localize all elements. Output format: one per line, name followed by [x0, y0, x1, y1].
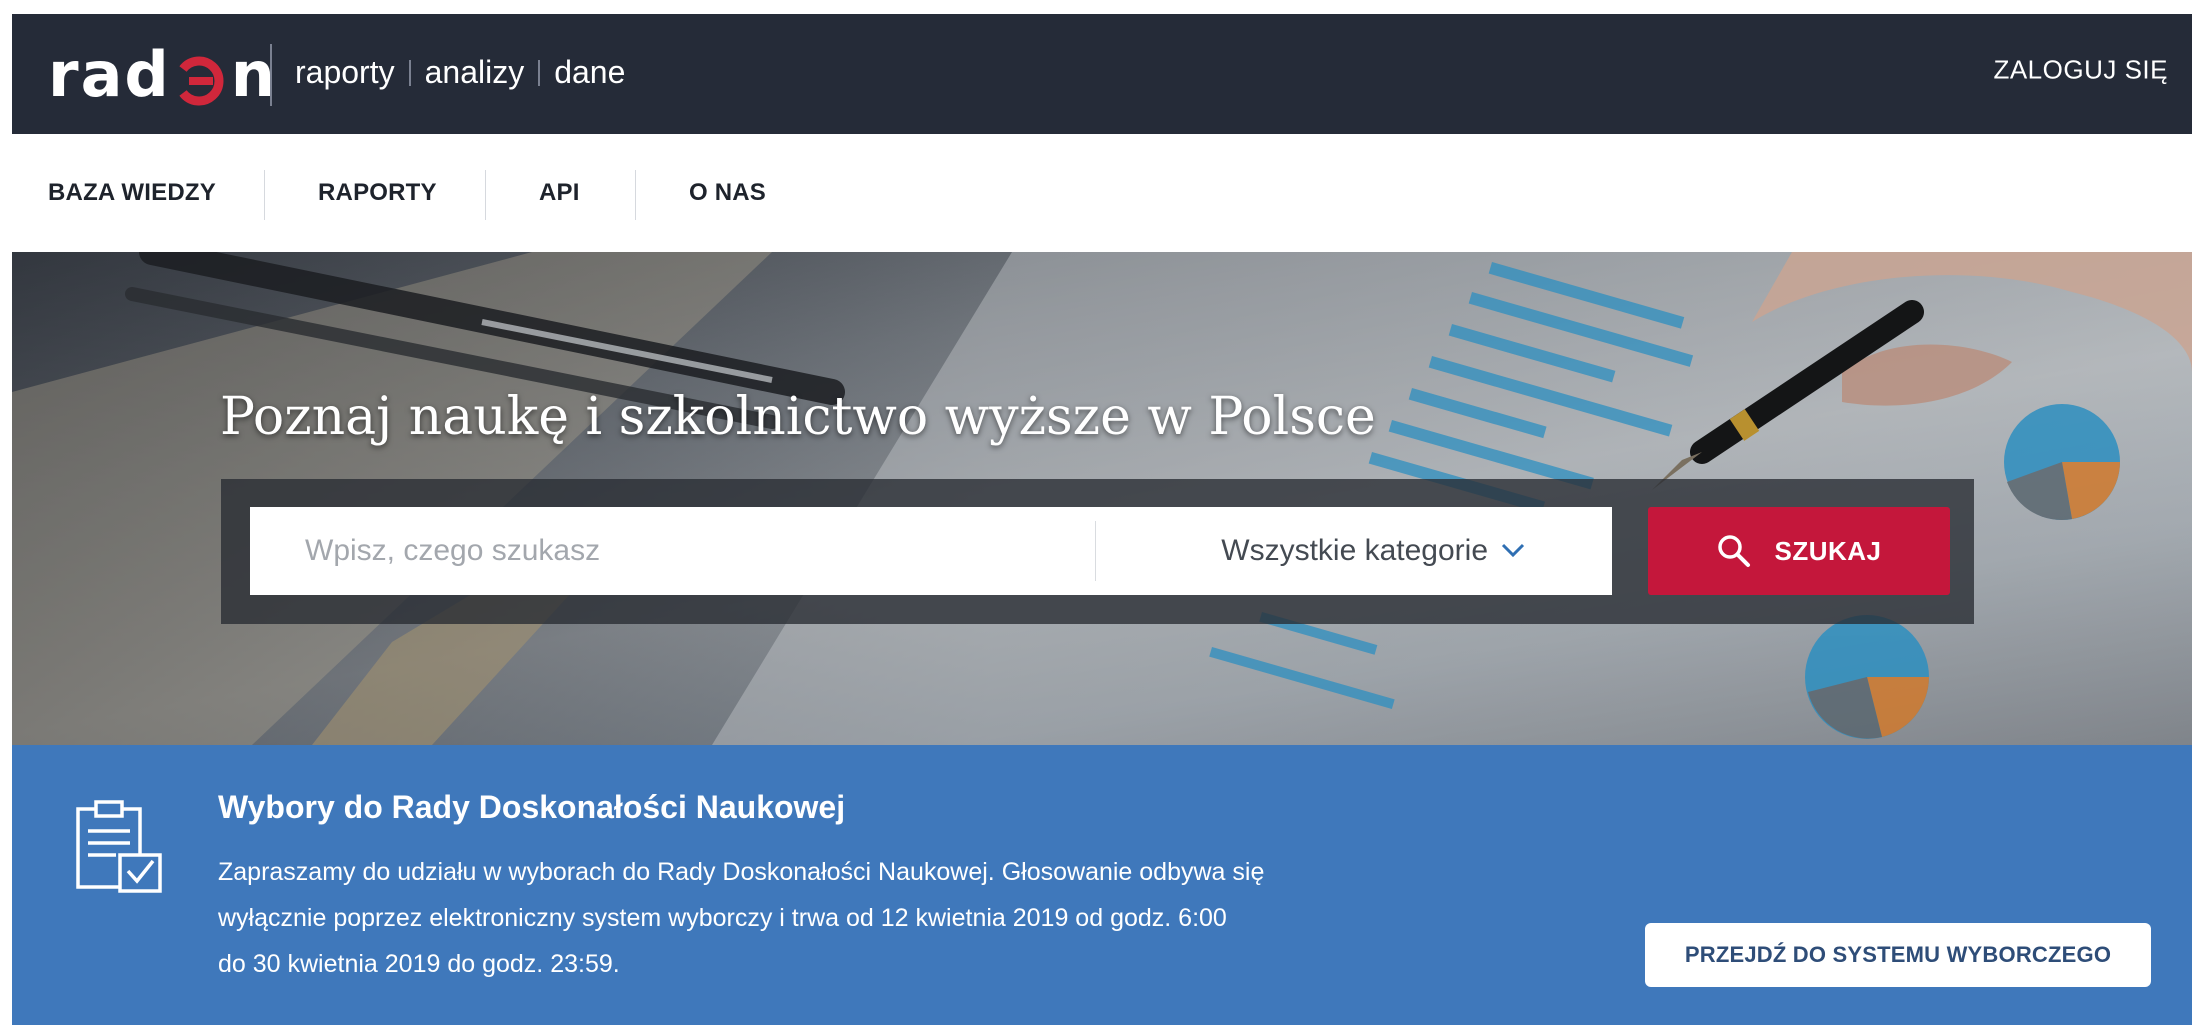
- main-nav: BAZA WIEDZY RAPORTY API O NAS: [12, 134, 2192, 252]
- nav-separator: [264, 170, 265, 220]
- nav-separator: [485, 170, 486, 220]
- announcement-banner: Wybory do Rady Doskonałości Naukowej Zap…: [12, 745, 2192, 1025]
- chevron-down-icon: [1501, 543, 1525, 558]
- tagline: raporty analizy dane: [295, 54, 625, 91]
- nav-item-api[interactable]: API: [539, 134, 580, 252]
- tagline-separator: [538, 59, 541, 86]
- tagline-analyses: analizy: [424, 54, 525, 90]
- hero-title: Poznaj naukę i szkolnictwo wyższe w Pols…: [220, 387, 1376, 447]
- search-input[interactable]: [250, 507, 1095, 595]
- logo-mark-icon: [179, 56, 224, 106]
- go-to-voting-system-button[interactable]: PRZEJDŹ DO SYSTEMU WYBORCZEGO: [1645, 923, 2151, 987]
- hero-section: Poznaj naukę i szkolnictwo wyższe w Pols…: [12, 252, 2192, 745]
- nav-item-o-nas[interactable]: O NAS: [689, 134, 766, 252]
- banner-text-line: do 30 kwietnia 2019 do godz. 23:59.: [218, 950, 620, 978]
- banner-text-line: wyłącznie poprzez elektroniczny system w…: [218, 904, 1227, 932]
- category-selected-value: Wszystkie kategorie: [1221, 534, 1488, 567]
- ballot-checklist-icon: [76, 800, 162, 893]
- nav-separator: [635, 170, 636, 220]
- tagline-reports: raporty: [295, 54, 395, 90]
- logo-divider: [270, 44, 272, 106]
- search-icon: [1718, 535, 1751, 567]
- search-button[interactable]: SZUKAJ: [1648, 507, 1950, 595]
- banner-text-line: Zapraszamy do udziału w wyborach do Rady…: [218, 858, 1265, 886]
- search-panel: Wszystkie kategorie SZUKAJ: [221, 479, 1974, 624]
- nav-item-baza-wiedzy[interactable]: BAZA WIEDZY: [48, 134, 216, 252]
- search-button-label: SZUKAJ: [1774, 535, 1882, 566]
- top-bar: rad n raporty analizy dane ZALOGUJ SIĘ: [12, 14, 2192, 134]
- login-link[interactable]: ZALOGUJ SIĘ: [1993, 55, 2168, 86]
- tagline-separator: [408, 59, 411, 86]
- banner-text: Zapraszamy do udziału w wyborach do Rady…: [218, 849, 1418, 987]
- category-select[interactable]: Wszystkie kategorie: [1096, 507, 1612, 595]
- banner-title: Wybory do Rady Doskonałości Naukowej: [218, 789, 846, 825]
- logo[interactable]: rad n: [48, 40, 277, 110]
- page: rad n raporty analizy dane ZALOGUJ SIĘ B…: [0, 0, 2192, 1025]
- nav-item-raporty[interactable]: RAPORTY: [318, 134, 437, 252]
- logo-prefix: rad: [48, 38, 171, 111]
- tagline-data: dane: [554, 54, 626, 90]
